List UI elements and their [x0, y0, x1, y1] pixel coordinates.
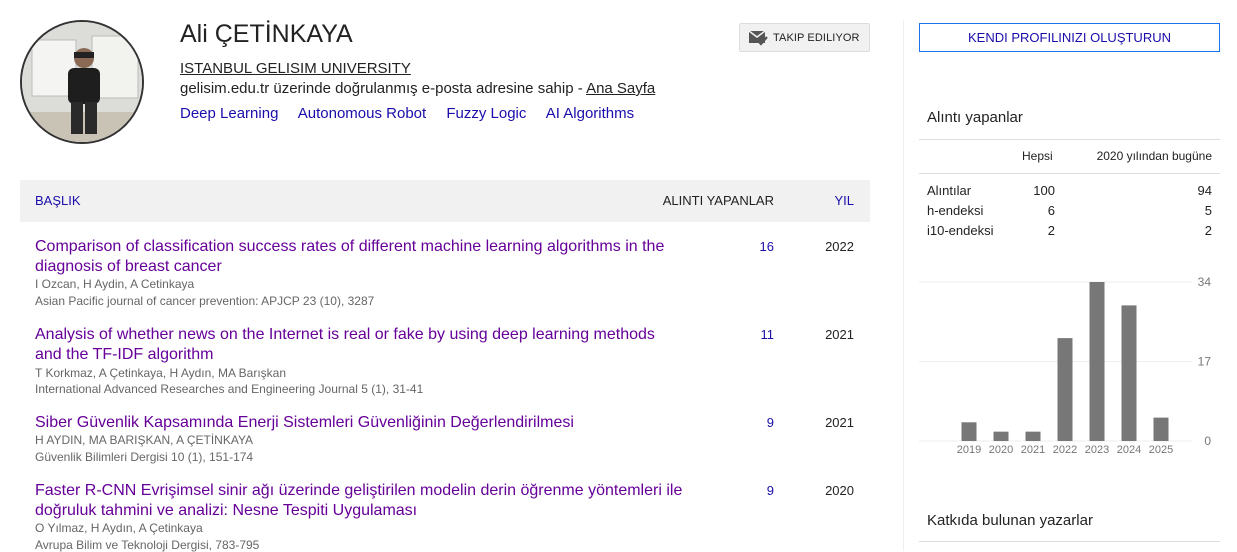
stats-value-since: 94	[1197, 183, 1212, 198]
citation-count-link[interactable]: 9	[750, 415, 774, 430]
chart-bar-2024[interactable]	[1121, 305, 1137, 441]
publication-title-link[interactable]: Analysis of whether news on the Internet…	[35, 325, 685, 365]
chart-bar-2020[interactable]	[993, 431, 1009, 441]
chart-bar-2022[interactable]	[1057, 338, 1073, 441]
chart-bar-2019[interactable]	[961, 422, 977, 441]
publication-year: 2020	[825, 483, 854, 498]
stats-value-all: 6	[1047, 203, 1055, 218]
chart-x-tick-label: 2021	[1021, 444, 1045, 456]
citations-bar-chart: 2019 2020 2021 2022 2023 2024 2025 34 17 0	[919, 275, 1212, 456]
profile-name: Ali ÇETİNKAYA	[180, 20, 353, 48]
divider	[919, 173, 1220, 174]
chart-x-tick-label: 2023	[1085, 444, 1109, 456]
profile-verified-email: gelisim.edu.tr üzerinde doğrulanmış e-po…	[180, 80, 655, 97]
email-check-icon	[748, 29, 768, 46]
stats-value-all: 100	[1033, 183, 1055, 198]
chart-bar-2021[interactable]	[1025, 431, 1041, 441]
publication-title-link[interactable]: Comparison of classification success rat…	[35, 237, 685, 277]
sort-by-year[interactable]: YIL	[834, 193, 854, 208]
publication-title-link[interactable]: Faster R-CNN Evrişimsel sinir ağı üzerin…	[35, 481, 685, 521]
publication-year: 2021	[825, 327, 854, 342]
chart-y-tick-label: 17	[1198, 355, 1212, 369]
research-interests: Deep Learning Autonomous Robot Fuzzy Log…	[180, 105, 650, 122]
publication-authors: H AYDIN, MA BARIŞKAN, A ÇETİNKAYA	[35, 433, 254, 447]
stats-label: Alıntılar	[927, 183, 972, 198]
interest-link[interactable]: AI Algorithms	[546, 105, 634, 122]
publication-authors: T Korkmaz, A Çetinkaya, H Aydın, MA Barı…	[35, 366, 287, 380]
publication-year: 2021	[825, 415, 854, 430]
profile-affiliation-link[interactable]: ISTANBUL GELISIM UNIVERSITY	[180, 60, 411, 77]
stats-header-since: 2020 yılından bugüne	[1096, 149, 1212, 163]
sort-by-title[interactable]: BAŞLIK	[35, 193, 81, 208]
stats-value-since: 2	[1204, 223, 1212, 238]
profile-photo-image	[22, 22, 142, 142]
chart-bar-2025[interactable]	[1153, 417, 1169, 441]
publications-table-header: BAŞLIK ALINTI YAPANLAR YIL	[20, 180, 870, 222]
create-profile-button[interactable]: KENDI PROFILINIZI OLUŞTURUN	[919, 23, 1220, 52]
publication-venue: Avrupa Bilim ve Teknoloji Dergisi, 783-7…	[35, 538, 260, 552]
chart-x-tick-label: 2022	[1053, 444, 1077, 456]
stats-label: h-endeksi	[927, 203, 984, 218]
chart-x-tick-label: 2024	[1117, 444, 1141, 456]
publication-venue: International Advanced Researches and En…	[35, 382, 424, 396]
chart-y-tick-label: 34	[1198, 275, 1212, 289]
chart-y-tick-label: 0	[1204, 434, 1211, 448]
chart-bar-2023[interactable]	[1089, 282, 1105, 441]
homepage-link[interactable]: Ana Sayfa	[586, 80, 655, 97]
publication-year: 2022	[825, 239, 854, 254]
chart-x-tick-label: 2025	[1149, 444, 1173, 456]
publication-venue: Güvenlik Bilimleri Dergisi 10 (1), 151-1…	[35, 450, 254, 464]
follow-button-label: TAKIP EDILIYOR	[773, 31, 860, 44]
publication-title-link[interactable]: Siber Güvenlik Kapsamında Enerji Sisteml…	[35, 413, 685, 433]
profile-photo	[20, 20, 144, 144]
stats-value-since: 5	[1204, 203, 1212, 218]
stats-label: i10-endeksi	[927, 223, 994, 238]
interest-link[interactable]: Autonomous Robot	[298, 105, 426, 122]
follow-button[interactable]: TAKIP EDILIYOR	[739, 23, 870, 52]
divider	[919, 139, 1220, 140]
divider	[919, 541, 1220, 542]
interest-link[interactable]: Deep Learning	[180, 105, 278, 122]
sidebar-divider	[903, 20, 904, 551]
stats-value-all: 2	[1047, 223, 1055, 238]
citation-count-link[interactable]: 9	[750, 483, 774, 498]
publication-venue: Asian Pacific journal of cancer preventi…	[35, 294, 375, 308]
sort-by-citations[interactable]: ALINTI YAPANLAR	[663, 193, 774, 208]
chart-x-tick-label: 2020	[989, 444, 1013, 456]
cited-by-heading: Alıntı yapanlar	[927, 109, 1023, 126]
citation-count-link[interactable]: 16	[750, 239, 774, 254]
publication-authors: I Ozcan, H Aydin, A Cetinkaya	[35, 277, 195, 291]
verified-email-text: gelisim.edu.tr üzerinde doğrulanmış e-po…	[180, 80, 587, 97]
stats-header-all: Hepsi	[1022, 149, 1053, 163]
publication-authors: O Yılmaz, H Aydın, A Çetinkaya	[35, 521, 203, 535]
citation-count-link[interactable]: 11	[750, 327, 775, 342]
coauthors-heading: Katkıda bulunan yazarlar	[927, 512, 1093, 529]
interest-link[interactable]: Fuzzy Logic	[446, 105, 526, 122]
chart-x-tick-label: 2019	[957, 444, 981, 456]
